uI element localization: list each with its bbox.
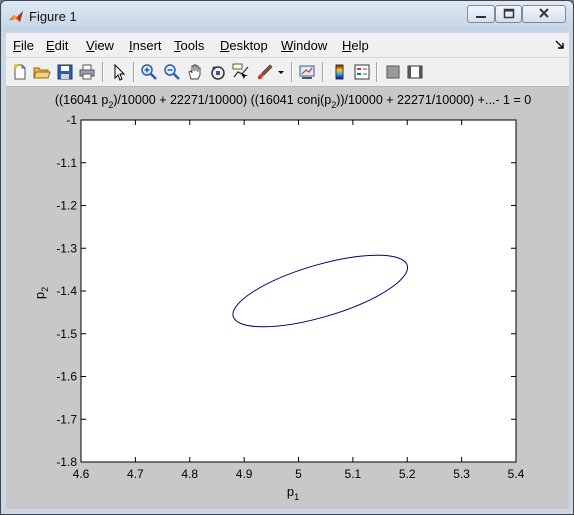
figure-canvas: ((16041 p2)/10000 + 22271/10000) ((16041… <box>6 87 569 509</box>
menu-desktop[interactable]: Desktop <box>220 38 268 53</box>
menu-edit[interactable]: Edit <box>46 38 68 53</box>
figure-toolbar <box>6 58 569 87</box>
y-tick-label: -1.4 <box>56 284 77 298</box>
menu-tools[interactable]: Tools <box>174 38 204 53</box>
open-file-icon[interactable] <box>33 63 51 81</box>
pan-hand-icon[interactable] <box>186 63 204 81</box>
zoom-out-icon[interactable] <box>163 63 181 81</box>
x-tick-label: 5.2 <box>399 467 416 481</box>
menu-bar: File Edit View Insert Tools Desktop Window Help <box>6 33 569 58</box>
plot-area[interactable] <box>80 119 517 463</box>
x-tick-label: 4.7 <box>127 467 144 481</box>
show-plot-tools-icon[interactable] <box>406 63 424 81</box>
legend-icon[interactable] <box>353 63 371 81</box>
toolbar-dock-arrow-icon[interactable] <box>555 40 565 50</box>
toolbar-separator <box>376 62 378 82</box>
plot-svg: ((16041 p2)/10000 + 22271/10000) ((16041… <box>32 93 531 502</box>
print-icon[interactable] <box>78 63 96 81</box>
colorbar-icon[interactable] <box>330 63 348 81</box>
brush-icon[interactable] <box>256 63 274 81</box>
toolbar-separator <box>291 62 293 82</box>
y-tick-label: -1.2 <box>56 199 77 213</box>
link-plot-icon[interactable] <box>298 63 316 81</box>
x-tick-label: 5.4 <box>508 467 525 481</box>
y-tick-label: -1 <box>66 113 77 127</box>
y-tick-label: -1.8 <box>56 455 77 469</box>
close-icon <box>539 8 549 18</box>
x-tick-label: 4.6 <box>73 467 90 481</box>
toolbar-separator <box>102 62 104 82</box>
chart-title: ((16041 p2)/10000 + 22271/10000) ((16041… <box>55 93 531 110</box>
axes[interactable]: 4.6 4.7 4.8 4.9 5 5.1 5.2 5.3 5.4 -1 -1.1 -1.2 -1.3 -… <box>56 113 524 481</box>
save-icon[interactable] <box>56 63 74 81</box>
toolbar-separator <box>133 62 135 82</box>
close-button[interactable] <box>522 5 566 23</box>
y-tick-label: -1.7 <box>56 412 77 426</box>
zoom-in-icon[interactable] <box>140 63 158 81</box>
rotate-3d-icon[interactable] <box>209 63 227 81</box>
y-tick-label: -1.5 <box>56 327 77 341</box>
menu-insert[interactable]: Insert <box>129 38 162 53</box>
menu-window[interactable]: Window <box>281 38 327 53</box>
menu-view[interactable]: View <box>86 38 114 53</box>
maximize-icon <box>503 8 514 19</box>
menu-help[interactable]: Help <box>342 38 369 53</box>
new-figure-icon[interactable] <box>11 63 29 81</box>
y-tick-label: -1.3 <box>56 241 77 255</box>
edit-plot-arrow-icon[interactable] <box>110 63 128 81</box>
matlab-icon <box>9 11 23 22</box>
x-tick-label: 4.9 <box>236 467 253 481</box>
x-tick-label: 4.8 <box>181 467 198 481</box>
x-axis-label: p1 <box>287 484 299 502</box>
hide-plot-tools-icon[interactable] <box>384 63 402 81</box>
minimize-button[interactable] <box>467 5 495 23</box>
minimize-icon <box>476 16 486 18</box>
menu-file[interactable]: File <box>13 38 34 53</box>
title-bar[interactable]: Figure 1 <box>1 1 573 31</box>
figure-window: Figure 1 File Edit View Insert Tools Desktop W… <box>0 0 574 515</box>
x-tick-label: 5.1 <box>345 467 362 481</box>
y-tick-label: -1.1 <box>56 156 77 170</box>
window-title: Figure 1 <box>29 9 77 24</box>
maximize-button[interactable] <box>495 5 522 23</box>
brush-dropdown-icon[interactable] <box>276 63 286 81</box>
x-tick-label: 5 <box>295 467 302 481</box>
y-axis-label: p2 <box>32 287 50 299</box>
y-tick-label: -1.6 <box>56 370 77 384</box>
x-tick-label: 5.3 <box>453 467 470 481</box>
data-cursor-icon[interactable] <box>232 63 250 81</box>
toolbar-separator <box>322 62 324 82</box>
